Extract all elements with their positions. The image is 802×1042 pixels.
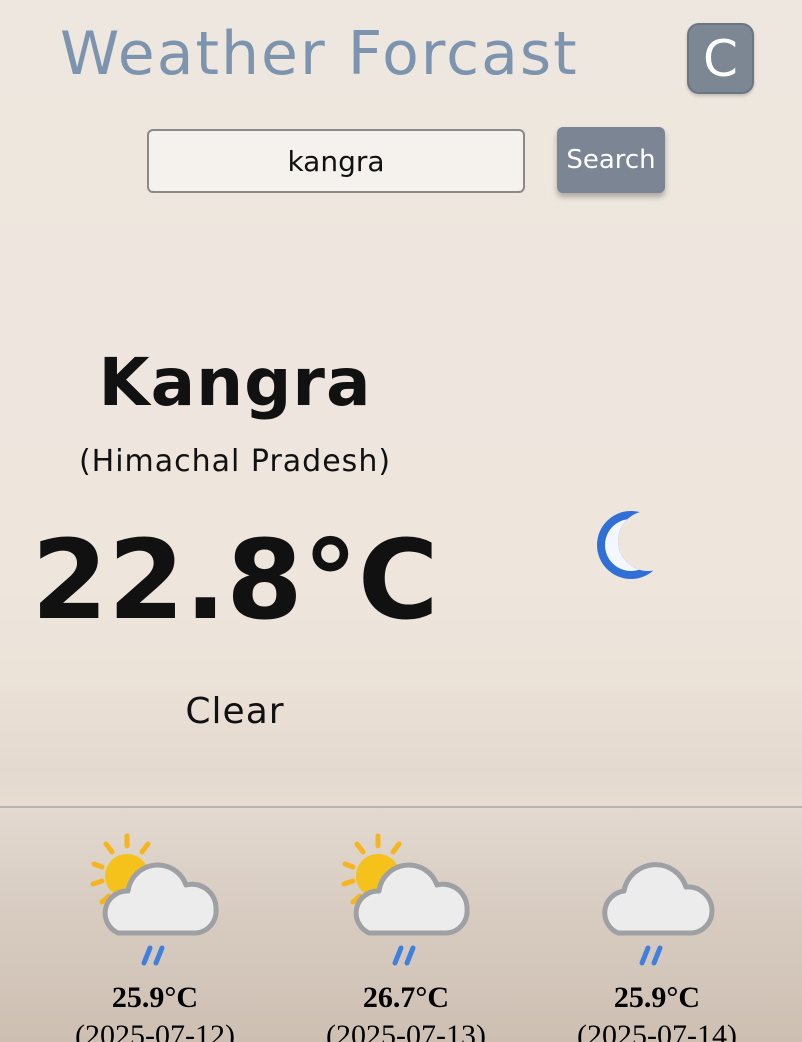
current-condition: Clear	[185, 691, 285, 732]
forecast-card: 25.9°C (2025-07-12)	[60, 808, 240, 1042]
state-name: (Himachal Pradesh)	[78, 444, 392, 479]
current-temperature: 22.8°C	[31, 516, 439, 644]
page-title: Weather Forcast	[60, 19, 579, 89]
sun-cloud-rain-icon	[341, 833, 470, 966]
search-button[interactable]: Search	[557, 127, 665, 193]
forecast-card: 26.7°C (2025-07-13)	[311, 808, 491, 1042]
forecast-temperature: 25.9°C	[613, 981, 701, 1014]
forecast-date: (2025-07-13)	[326, 1019, 486, 1042]
weather-app: Weather Forcast C Search Kangra (Himacha…	[0, 0, 802, 1042]
refresh-button[interactable]: C	[687, 23, 754, 94]
city-name: Kangra	[98, 344, 372, 421]
moon-icon	[597, 511, 664, 579]
forecast-temperature: 25.9°C	[111, 981, 199, 1014]
forecast-card: 25.9°C (2025-07-14)	[562, 808, 742, 1042]
forecast-date: (2025-07-12)	[75, 1019, 235, 1042]
forecast-date: (2025-07-14)	[577, 1019, 737, 1042]
sun-cloud-rain-icon	[90, 833, 219, 966]
search-input[interactable]	[147, 129, 525, 193]
forecast-strip: 25.9°C (2025-07-12) 26.7°C (2025-07-13) …	[0, 808, 802, 1042]
forecast-temperature: 26.7°C	[362, 981, 450, 1014]
cloud-rain-icon	[602, 862, 715, 966]
